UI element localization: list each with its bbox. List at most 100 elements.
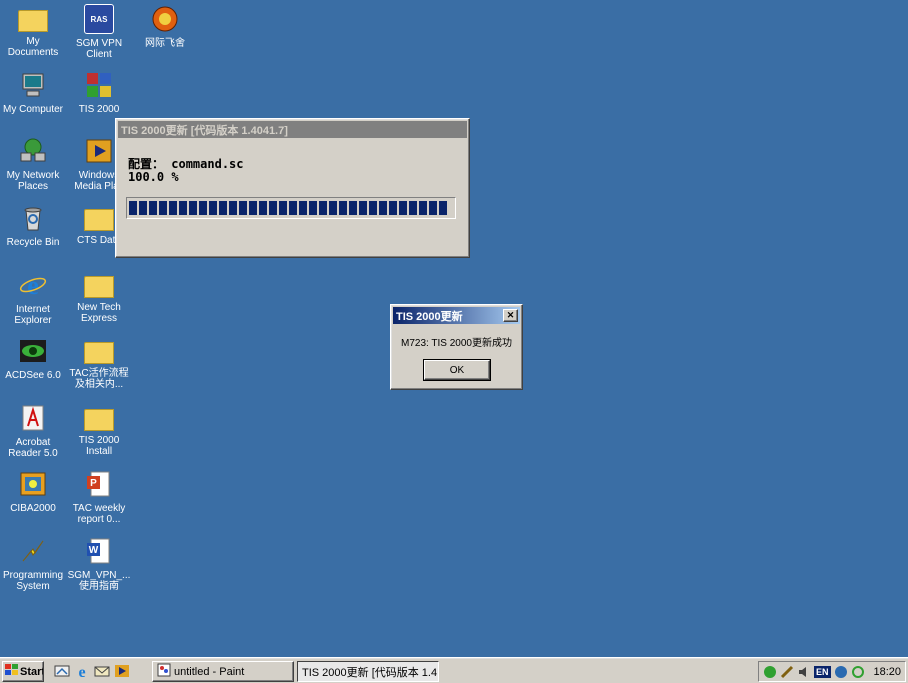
folder-icon <box>84 209 114 231</box>
internet-explorer-icon[interactable]: e <box>74 663 90 681</box>
folder-documents-icon <box>18 10 48 32</box>
progress-segment <box>389 201 397 215</box>
media-player-icon <box>84 136 114 166</box>
icon-label: Acrobat Reader 5.0 <box>8 437 58 459</box>
desktop-icon-acrobat-reader[interactable]: Acrobat Reader 5.0 <box>0 403 66 459</box>
computer-icon <box>18 70 48 100</box>
progress-segment <box>249 201 257 215</box>
show-desktop-icon[interactable] <box>54 663 70 679</box>
svg-text:e: e <box>27 271 39 299</box>
progress-segment <box>149 201 157 215</box>
desktop-icon-internet-explorer[interactable]: e Internet Explorer <box>0 270 66 326</box>
taskbar: Start e untitled - Paint TIS 2000更新 [代码版… <box>0 657 908 683</box>
icon-label: 网际飞舍 <box>145 38 185 49</box>
config-label: 配置： <box>128 157 165 171</box>
ras-badge: RAS <box>90 14 108 24</box>
paint-icon <box>157 663 171 680</box>
svg-text:P: P <box>90 478 97 489</box>
icon-label: ACDSee 6.0 <box>5 370 61 381</box>
progress-segment <box>239 201 247 215</box>
icon-label: SGM VPN Client <box>75 38 123 60</box>
progress-segment <box>349 201 357 215</box>
icon-label: My Documents <box>7 36 59 58</box>
update-window-title: TIS 2000更新 [代码版本 1.4041.7] <box>121 124 288 137</box>
folder-icon <box>84 409 114 431</box>
dialog-close-button[interactable]: ✕ <box>503 309 518 322</box>
svg-text:e: e <box>78 664 85 679</box>
progress-segment <box>399 201 407 215</box>
progress-segment <box>359 201 367 215</box>
progress-segment <box>269 201 277 215</box>
internet-explorer-icon: e <box>18 270 48 300</box>
update-window-titlebar[interactable]: TIS 2000更新 [代码版本 1.4041.7] <box>118 121 467 138</box>
icon-label: TIS 2000 Install <box>78 435 120 457</box>
lightning-icon <box>18 536 48 566</box>
progress-segment <box>189 201 197 215</box>
desktop-icon-ciba2000[interactable]: CIBA2000 <box>0 469 66 514</box>
task-tis-update[interactable]: TIS 2000更新 [代码版本 1.4... <box>297 661 439 682</box>
progress-segment <box>379 201 387 215</box>
network-tray-icon[interactable] <box>763 665 777 679</box>
icon-label: SGM_VPN_... 使用指南 <box>67 570 131 592</box>
desktop-icon-tac-weekly-report[interactable]: P TAC weekly report 0... <box>66 469 132 525</box>
icon-label: Internet Explorer <box>14 304 52 326</box>
desktop-icon-my-computer[interactable]: My Computer <box>0 70 66 115</box>
powerpoint-document-icon: P <box>84 469 114 499</box>
system-tray: EN 18:20 <box>758 661 906 682</box>
progress-segment <box>369 201 377 215</box>
antivirus-icon[interactable] <box>834 665 848 679</box>
progress-percent: 100.0 % <box>128 170 179 184</box>
desktop-icon-tis-2000-install[interactable]: TIS 2000 Install <box>66 403 132 457</box>
progress-segment <box>129 201 137 215</box>
progress-segment <box>259 201 267 215</box>
desktop-icon-tac-workflow[interactable]: TAC活作流程 及相关内... <box>66 336 132 390</box>
word-document-icon: W <box>84 536 114 566</box>
desktop-icon-sgm-vpn-client[interactable]: RAS SGM VPN Client <box>66 4 132 60</box>
netants-icon <box>150 4 180 34</box>
update-success-dialog[interactable]: TIS 2000更新 ✕ M723: TIS 2000更新成功 OK <box>390 304 523 390</box>
desktop-icon-new-tech-express[interactable]: New Tech Express <box>66 270 132 324</box>
volume-icon[interactable] <box>797 665 811 679</box>
icon-label: CIBA2000 <box>10 503 56 514</box>
sync-icon[interactable] <box>851 665 865 679</box>
update-progress-window[interactable]: TIS 2000更新 [代码版本 1.4041.7] 配置： command.s… <box>115 118 470 258</box>
clock[interactable]: 18:20 <box>873 666 901 678</box>
progress-segment <box>159 201 167 215</box>
icon-label: My Computer <box>2 104 63 115</box>
icon-label: Programming System <box>2 570 64 592</box>
svg-text:W: W <box>89 545 99 556</box>
icon-label: TAC活作流程 及相关内... <box>69 368 129 390</box>
language-indicator[interactable]: EN <box>814 665 831 678</box>
vpn-ras-icon: RAS <box>84 4 114 34</box>
tool-tray-icon[interactable] <box>780 665 794 679</box>
desktop-icon-acdsee[interactable]: ACDSee 6.0 <box>0 336 66 381</box>
outlook-icon[interactable] <box>94 663 110 679</box>
progress-segment <box>319 201 327 215</box>
start-button[interactable]: Start <box>2 661 44 682</box>
ok-button[interactable]: OK <box>423 359 491 381</box>
progress-segment <box>209 201 217 215</box>
dialog-titlebar[interactable]: TIS 2000更新 ✕ <box>393 307 520 324</box>
task-label: untitled - Paint <box>174 665 245 678</box>
desktop-icon-my-network-places[interactable]: My Network Places <box>0 136 66 192</box>
folder-icon <box>84 342 114 364</box>
desktop-icon-tis-2000[interactable]: TIS 2000 <box>66 70 132 115</box>
icon-label: TAC weekly report 0... <box>72 503 126 525</box>
media-player-icon[interactable] <box>114 663 130 679</box>
desktop-icon-recycle-bin[interactable]: Recycle Bin <box>0 203 66 248</box>
progress-segment <box>329 201 337 215</box>
icon-label: New Tech Express <box>77 302 121 324</box>
icon-label: Recycle Bin <box>6 237 60 248</box>
tis-app-icon <box>84 70 114 100</box>
desktop-icon-my-documents[interactable]: My Documents <box>0 4 66 58</box>
progress-segment <box>199 201 207 215</box>
ciba-icon <box>18 469 48 499</box>
progress-segment <box>229 201 237 215</box>
desktop-icon-programming-system[interactable]: Programming System <box>0 536 66 592</box>
recycle-bin-icon <box>18 203 48 233</box>
desktop-icon-netants[interactable]: 网际飞舍 <box>132 4 198 49</box>
progress-segment <box>179 201 187 215</box>
task-paint[interactable]: untitled - Paint <box>152 661 294 682</box>
windows-logo-icon <box>5 664 18 679</box>
desktop-icon-sgm-vpn-guide[interactable]: W SGM_VPN_... 使用指南 <box>66 536 132 592</box>
